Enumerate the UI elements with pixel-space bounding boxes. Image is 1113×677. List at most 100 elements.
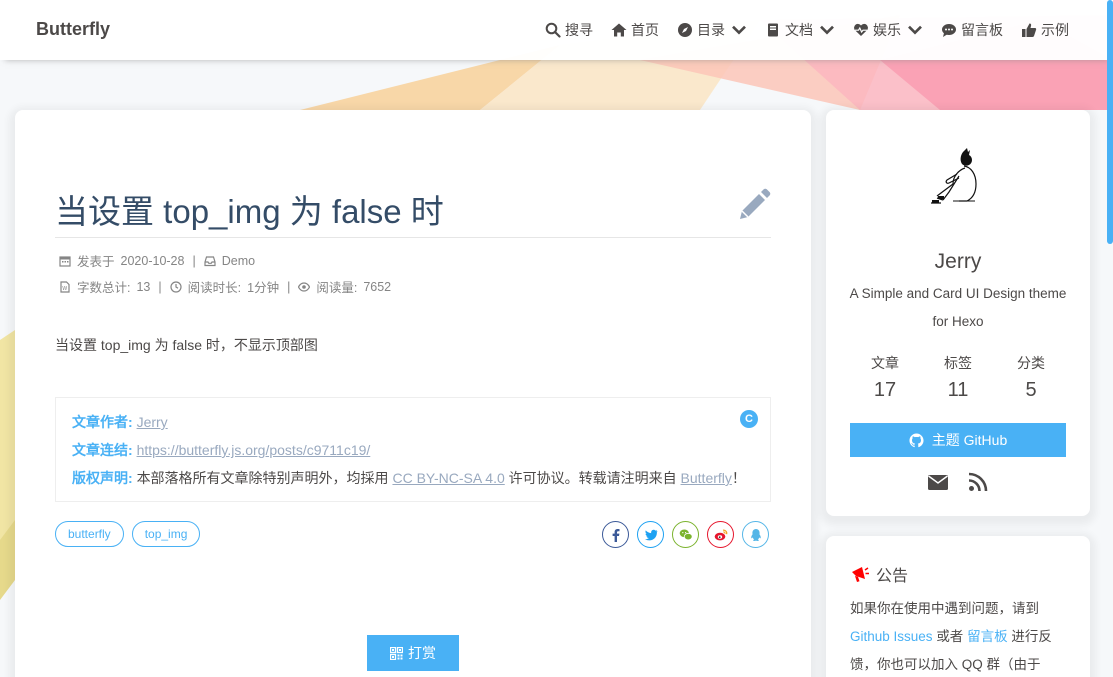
book-icon (768, 23, 778, 37)
copyright-post-link[interactable]: https://butterfly.js.org/posts/c9711c19/ (137, 442, 371, 458)
readtime-value: 1分钟 (247, 281, 280, 295)
guestbook-link[interactable]: 留言板 (967, 629, 1008, 644)
post-card: 当设置 top_img 为 false 时 发表于 2020-10-28 | D… (15, 110, 811, 677)
copyright-license-middle: 许可协议。转载请注明来自 (508, 470, 677, 486)
scrollbar-thumb[interactable] (1107, 0, 1113, 244)
post-title: 当设置 top_img 为 false 时 (55, 193, 444, 230)
nav-item-catalog[interactable]: 目录 (677, 20, 747, 40)
stat-value: 5 (1025, 379, 1037, 401)
chevron-down-icon (732, 25, 746, 35)
stat-articles[interactable]: 文章 17 (850, 353, 920, 402)
post-copyright: C 文章作者: Jerry 文章连结: https://butterfly.js… (55, 397, 771, 502)
twitter-icon (644, 529, 657, 540)
tag-butterfly[interactable]: butterfly (55, 521, 124, 547)
copyright-license-row: 版权声明: 本部落格所有文章除特别声明外，均採用 CC BY-NC-SA 4.0… (72, 464, 754, 492)
copyright-license-link[interactable]: CC BY-NC-SA 4.0 (392, 470, 504, 486)
announcement-text-2: 或者 (936, 629, 964, 644)
post-content: 当设置 top_img 为 false 时，不显示顶部图 (55, 337, 318, 353)
site-stats: 文章 17 标签 11 分类 5 (850, 353, 1066, 402)
site-brand[interactable]: Butterfly (36, 19, 110, 40)
copyright-author-row: 文章作者: Jerry (72, 408, 754, 436)
post-category[interactable]: Demo (222, 254, 255, 268)
copyright-badge: C (740, 410, 758, 428)
share-wechat-button[interactable] (672, 521, 699, 548)
inbox-icon (204, 255, 216, 266)
nav-item-search[interactable]: 搜寻 (545, 20, 593, 40)
nav-menu: 搜寻 首页 目录 文档 娱乐 留言板 示例 (545, 20, 1069, 40)
top-navbar: Butterfly 搜寻 首页 目录 文档 娱乐 留言板 示例 (0, 0, 1113, 60)
meta-separator: | (158, 279, 162, 294)
nav-item-examples[interactable]: 示例 (1021, 20, 1069, 40)
qrcode-icon (390, 646, 403, 660)
meta-separator: | (192, 253, 196, 268)
avatar[interactable] (923, 146, 993, 216)
copyright-link-row: 文章连结: https://butterfly.js.org/posts/c97… (72, 436, 754, 464)
author-description: A Simple and Card UI Design theme for He… (849, 286, 1067, 329)
post-tags: butterfly top_img (55, 521, 201, 547)
meta-separator: | (287, 279, 291, 294)
copyright-license-suffix: ！ (731, 470, 746, 486)
home-icon (611, 23, 627, 37)
stat-categories[interactable]: 分类 5 (996, 353, 1066, 402)
page-scrollbar[interactable] (1105, 0, 1113, 677)
views-value: 7652 (363, 279, 392, 294)
nav-item-label: 目录 (697, 22, 725, 38)
share-facebook-button[interactable] (602, 521, 629, 548)
posted-label: 发表于 (77, 255, 115, 269)
comments-icon (942, 24, 956, 37)
rss-icon[interactable] (967, 471, 989, 493)
pencil-icon[interactable] (735, 188, 771, 224)
search-icon (545, 22, 561, 38)
announcement-heading: 公告 (850, 562, 908, 586)
announcement-text: 如果你在使用中遇到问题，请到 Github Issues 或者 留言板 进行反馈… (850, 595, 1068, 677)
copyright-link-key: 文章连结: (72, 442, 133, 458)
nav-item-home[interactable]: 首页 (611, 20, 659, 40)
heartbeat-icon (854, 23, 868, 36)
stat-label: 文章 (871, 355, 899, 371)
calendar-icon (59, 255, 71, 267)
reward-label: 打赏 (408, 645, 436, 661)
clock-icon (170, 280, 182, 293)
share-buttons (602, 521, 769, 548)
weibo-icon (714, 529, 727, 540)
wordcount-value: 13 (136, 279, 151, 294)
nav-item-label: 搜寻 (565, 22, 593, 38)
social-icons (927, 471, 989, 493)
stat-tags[interactable]: 标签 11 (923, 353, 993, 402)
reward-button[interactable]: 打赏 (367, 635, 459, 671)
github-label: 主题 GitHub (931, 432, 1008, 448)
svg-text:W: W (62, 286, 67, 292)
announcement-title: 公告 (876, 568, 909, 585)
tag-top-img[interactable]: top_img (131, 521, 201, 547)
compass-icon (678, 23, 692, 37)
nav-item-guestbook[interactable]: 留言板 (941, 20, 1003, 40)
views-label: 阅读量: (316, 281, 358, 295)
email-icon[interactable] (927, 471, 949, 493)
nav-item-label: 娱乐 (873, 22, 901, 38)
thumbs-up-icon (1022, 23, 1037, 37)
nav-item-entertainment[interactable]: 娱乐 (853, 20, 923, 40)
chevron-down-icon (820, 25, 834, 35)
chevron-down-icon (908, 25, 922, 35)
readtime-label: 阅读时长: (187, 281, 242, 295)
stat-label: 标签 (944, 355, 972, 371)
announcement-text-1: 如果你在使用中遇到问题，请到 (850, 601, 1039, 616)
github-issues-link[interactable]: Github Issues (850, 629, 933, 644)
qq-icon (750, 528, 761, 541)
wechat-icon (679, 529, 693, 540)
copyright-site-link[interactable]: Butterfly (681, 470, 732, 486)
share-twitter-button[interactable] (637, 521, 664, 548)
author-name: Jerry (934, 250, 982, 273)
nav-item-docs[interactable]: 文档 (765, 20, 835, 40)
nav-item-label: 示例 (1041, 22, 1069, 38)
eye-icon (298, 281, 311, 292)
share-weibo-button[interactable] (707, 521, 734, 548)
copyright-author-key: 文章作者: (72, 414, 133, 430)
copyright-author-link[interactable]: Jerry (137, 414, 168, 430)
stat-value: 11 (947, 379, 969, 401)
share-qq-button[interactable] (742, 521, 769, 548)
nav-item-label: 留言板 (961, 22, 1003, 38)
word-file-icon: W (60, 280, 70, 293)
github-button[interactable]: 主题 GitHub (850, 423, 1066, 457)
post-meta-date: 发表于 2020-10-28 | Demo (59, 251, 255, 270)
